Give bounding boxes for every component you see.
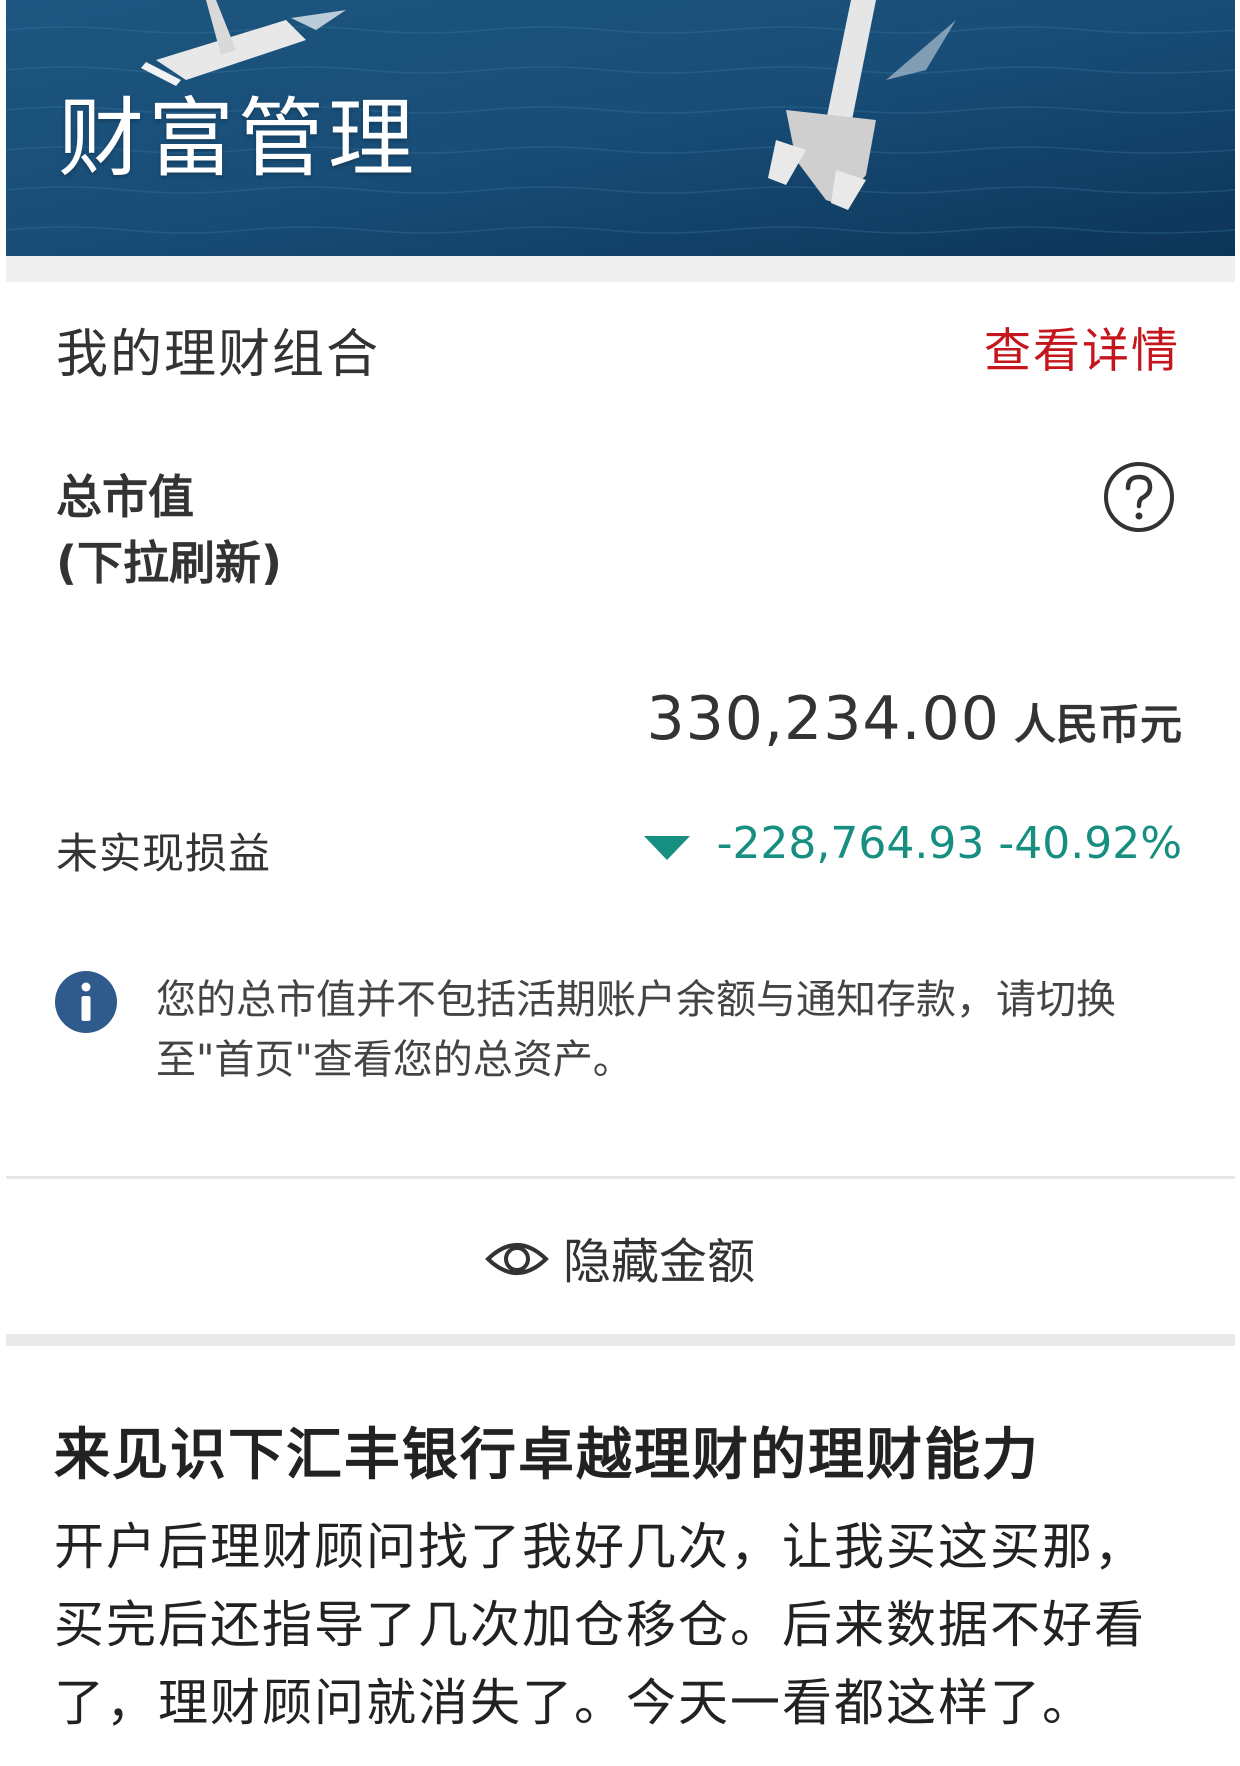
pull-to-refresh-hint: (下拉刷新) [56,536,283,590]
info-notice-text: 您的总市值并不包括活期账户余额与通知存款，请切换至"首页"查看您的总资产。 [156,977,1116,1083]
market-value-label-title: 总市值 [56,470,194,524]
unrealized-pl-label: 未实现损益 [56,829,272,878]
portfolio-header: 我的理财组合 [56,325,381,385]
hide-amount-button[interactable]: 隐藏金额 [0,1222,1240,1292]
hero-title: 财富管理 [58,89,418,189]
market-value-label: 总市值 (下拉刷新) [56,464,282,596]
triangle-down-icon [644,836,690,860]
post-title: 来见识下汇丰银行卓越理财的理财能力 [54,1423,1040,1488]
market-value-amount: 330,234.00 [646,684,1000,754]
section-divider-bottom [6,1334,1235,1346]
view-details-link[interactable]: 查看详情 [984,312,1180,381]
currency-label: 人民币元 [1013,700,1182,749]
info-circle-icon [55,971,117,1033]
unrealized-pl-value: -228,764.93 -40.92% [716,818,1182,869]
section-divider [6,256,1235,282]
market-value-amount-row: 330,234.00 人民币元 [646,684,1182,754]
hide-amount-label: 隐藏金额 [562,1234,755,1290]
hide-row-top-divider [6,1176,1235,1179]
post-body: 开户后理财顾问找了我好几次，让我买这买那，买完后还指导了几次加仓移仓。后来数据不… [54,1518,1146,1732]
hero-banner: 财富管理 [6,0,1235,256]
eye-icon [485,1243,549,1275]
question-circle-icon[interactable] [1102,460,1176,534]
